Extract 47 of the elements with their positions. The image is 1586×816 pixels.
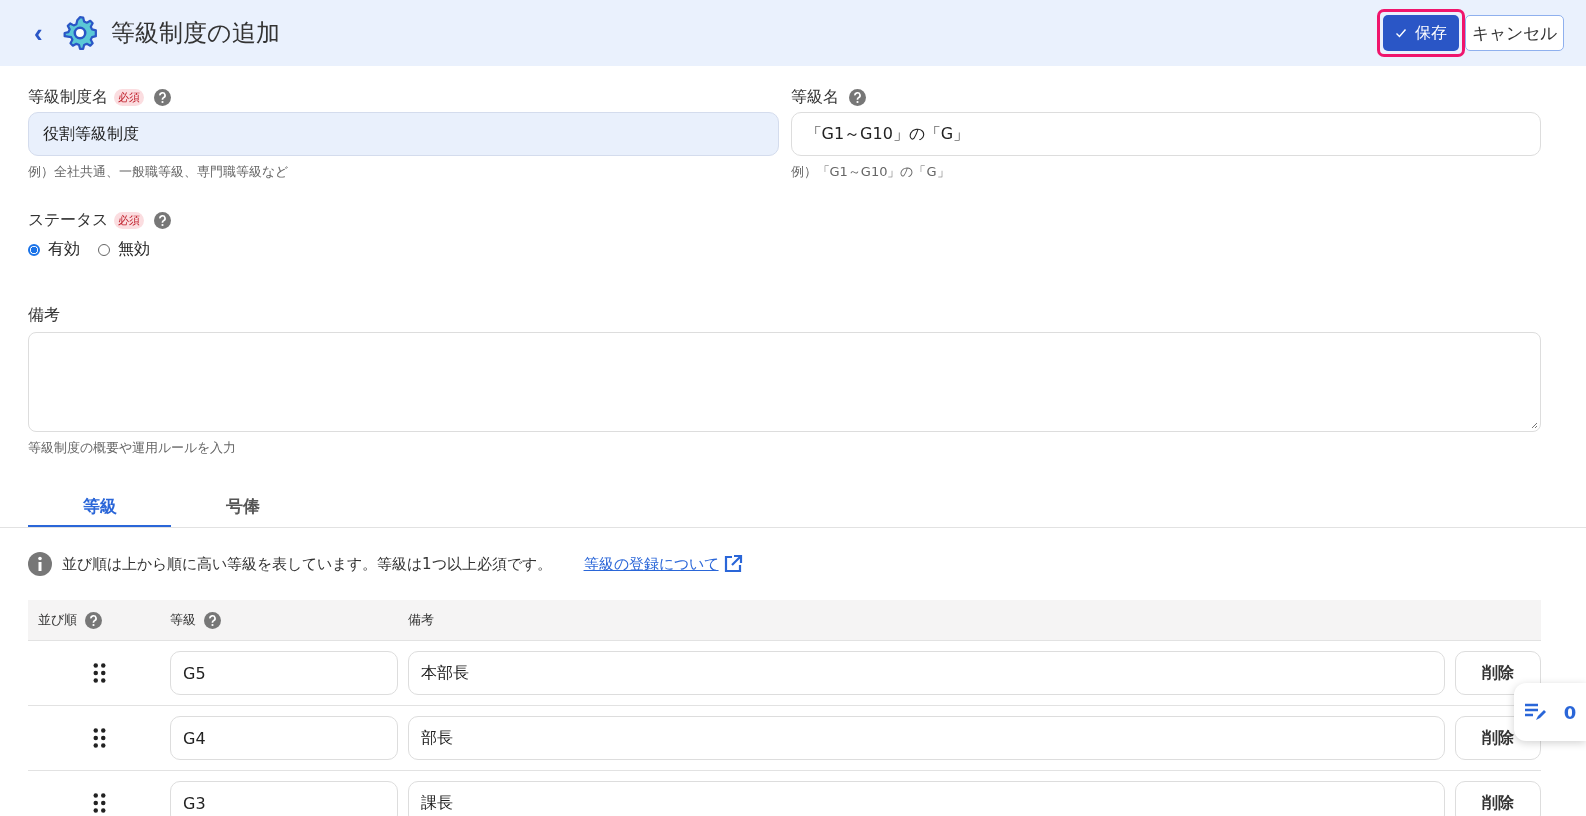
- text-field[interactable]: 「G1～G10」の「G」: [790, 112, 1541, 156]
- tab[interactable]: 等級: [28, 487, 171, 527]
- required-badge: 必須: [114, 88, 144, 106]
- remark-field[interactable]: 課長: [408, 781, 1445, 816]
- cancel-button[interactable]: キャンセル: [1465, 15, 1564, 51]
- radio-label: 有効: [48, 239, 80, 260]
- memo-counter-toast[interactable]: 0: [1514, 683, 1586, 741]
- help-link[interactable]: 等級の登録について: [583, 554, 719, 574]
- page-title: 等級制度の追加: [110, 18, 280, 49]
- field-label: 備考: [28, 304, 60, 326]
- hint-text: 例）全社共通、一般職等級、専門職等級など: [28, 163, 289, 181]
- grade-field[interactable]: G5: [170, 651, 398, 695]
- edit-list-icon: [1523, 702, 1548, 722]
- info-text: 並び順は上から順に高い等級を表しています。等級は1つ以上必須です。: [62, 554, 552, 574]
- drag-handle-icon[interactable]: [92, 663, 106, 683]
- column-header: 備考: [408, 611, 434, 629]
- help-icon[interactable]: [85, 611, 102, 629]
- external-link-icon: [722, 554, 743, 574]
- help-icon[interactable]: [154, 88, 171, 106]
- field-label: ステータス: [28, 209, 108, 231]
- check-icon: [1395, 27, 1407, 39]
- radio-label: 無効: [118, 239, 150, 260]
- help-icon[interactable]: [154, 211, 171, 229]
- remark-field[interactable]: 本部長: [408, 651, 1445, 695]
- save-button[interactable]: 保存: [1383, 15, 1459, 51]
- hint-text: 例）「G1～G10」の「G」: [790, 163, 951, 181]
- text-field[interactable]: 役割等級制度: [28, 112, 779, 156]
- field-label: 等級制度名: [28, 86, 108, 108]
- radio-button[interactable]: [28, 243, 40, 256]
- grade-field[interactable]: G3: [170, 781, 398, 816]
- delete-button[interactable]: 削除: [1455, 781, 1541, 816]
- field-label: 等級名: [790, 86, 839, 108]
- tab[interactable]: 号俸: [171, 487, 314, 527]
- drag-handle-icon[interactable]: [92, 728, 106, 748]
- grade-field[interactable]: G4: [170, 716, 398, 760]
- drag-handle-icon[interactable]: [92, 793, 106, 813]
- column-header: 並び順: [38, 611, 77, 629]
- help-icon[interactable]: [848, 88, 866, 106]
- help-icon[interactable]: [204, 611, 221, 629]
- hint-text: 等級制度の概要や運用ルールを入力: [28, 439, 237, 457]
- column-header: 等級: [170, 611, 196, 629]
- resize-grip-icon[interactable]: [1530, 421, 1538, 429]
- info-icon: [28, 552, 52, 576]
- required-badge: 必須: [114, 211, 144, 229]
- back-button[interactable]: ‹: [26, 20, 51, 46]
- remark-field[interactable]: 部長: [408, 716, 1445, 760]
- delete-button[interactable]: 削除: [1455, 651, 1541, 695]
